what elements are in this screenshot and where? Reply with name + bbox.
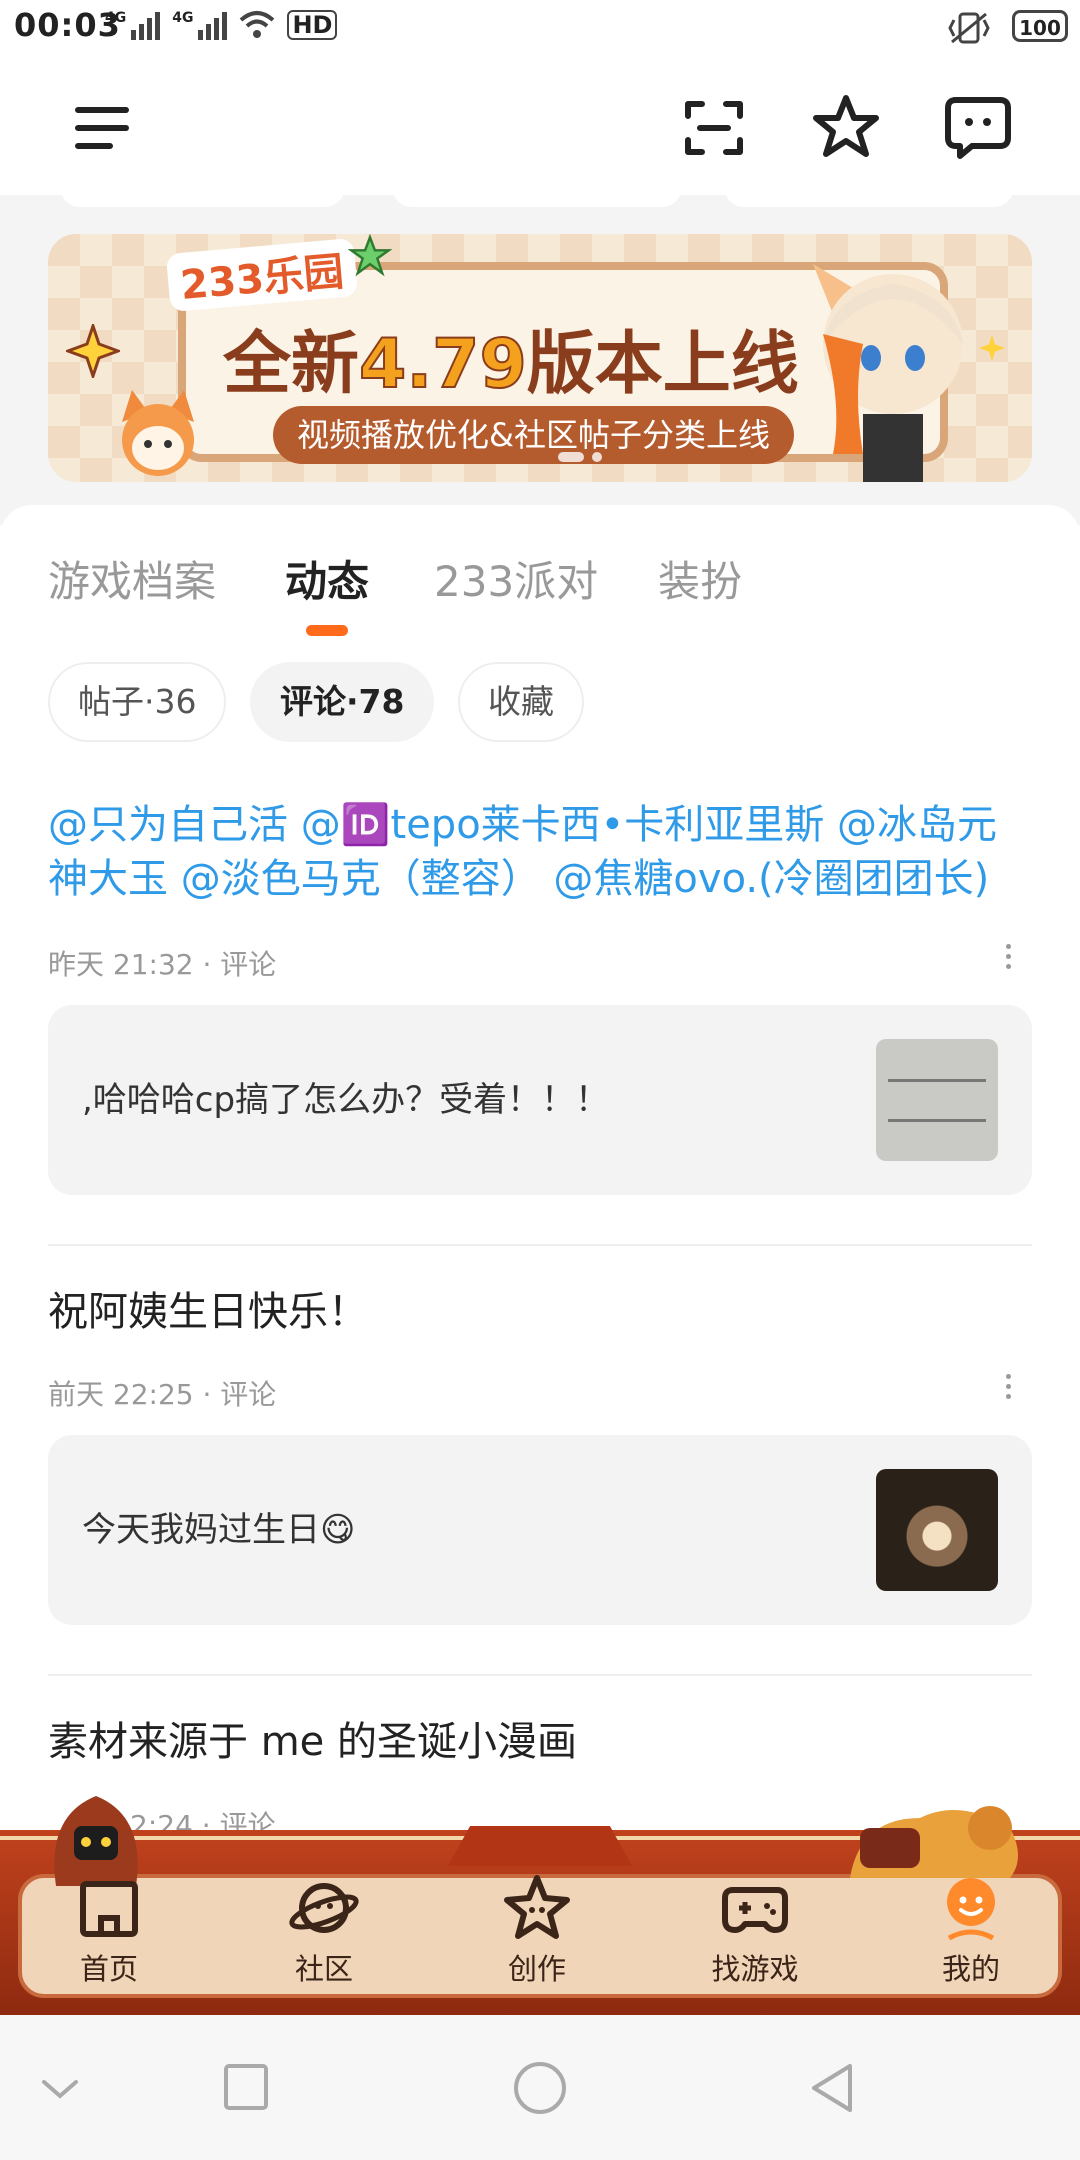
message-icon[interactable] [938, 88, 1018, 168]
comment-text[interactable]: @只为自己活 @🆔tepo莱卡西•卡利亚里斯 @冰岛元 神大玉 @淡色马克（整容… [48, 798, 1033, 906]
comment-meta: 前天 22:25 · 评论 [48, 1378, 277, 1411]
filter-chip-comments[interactable]: 评论·78 [250, 662, 435, 742]
vibrate-icon [948, 12, 990, 44]
system-nav-bar [0, 2015, 1080, 2160]
more-options-icon[interactable] [1006, 1374, 1014, 1408]
green-star-icon [348, 234, 392, 277]
nav-create-label: 创作 [507, 1952, 566, 1986]
profile-avatar-icon [947, 1878, 995, 1941]
promo-banner[interactable]: 233乐园 全新4.79版本上线 视频播放优化&社区帖子分类上线 [48, 234, 1032, 482]
quoted-post-card[interactable]: ,哈哈哈cp搞了怎么办？受着！！！ [48, 1005, 1032, 1195]
quoted-post-card[interactable]: 今天我妈过生日😋 [48, 1435, 1032, 1625]
mascot-girl-illustration [813, 264, 963, 482]
banner-headline-suffix: 版本上线 [526, 325, 799, 404]
menu-icon[interactable] [62, 88, 142, 168]
chevron-down-icon[interactable] [32, 2060, 88, 2116]
nav-find-games-label: 找游戏 [711, 1952, 799, 1986]
comment-meta: 昨天 21:32 · 评论 [48, 948, 277, 981]
banner-pager [558, 452, 602, 462]
community-planet-icon [289, 1883, 359, 1933]
nav-create[interactable]: 创作 [462, 1872, 612, 1988]
quoted-post-text: 今天我妈过生日😋 [82, 1510, 356, 1550]
status-icons: 4G 4G HD [105, 10, 338, 40]
quoted-post-thumbnail [876, 1039, 998, 1161]
signal-icon: 4G [105, 10, 161, 40]
scan-icon[interactable] [674, 88, 754, 168]
home-icon [80, 1881, 138, 1937]
active-tab-indicator [306, 625, 348, 636]
signal-icon-2: 4G [172, 10, 228, 40]
sparkle-star-icon [66, 324, 120, 378]
tab-activity[interactable]: 动态 [285, 548, 369, 609]
tab-dress-up[interactable]: 装扮 [658, 548, 742, 609]
quoted-post-text: ,哈哈哈cp搞了怎么办？受着！！！ [82, 1080, 610, 1120]
mascot-lying-illustration [850, 1806, 1018, 1878]
banner-subtitle: 视频播放优化&社区帖子分类上线 [273, 406, 794, 464]
small-star-icon [979, 335, 1005, 361]
mascot-fox-illustration [122, 390, 194, 476]
tab-233-party[interactable]: 233派对 [434, 548, 598, 609]
status-bar: 00:03 4G 4G HD 100 [0, 0, 1080, 60]
network-type-label-2: 4G [172, 10, 194, 26]
tab-game-profile[interactable]: 游戏档案 [48, 548, 216, 609]
filter-chip-posts[interactable]: 帖子·36 [48, 662, 227, 742]
create-star-icon [504, 1875, 570, 1939]
bottom-nav-center-bump [448, 1826, 632, 1866]
pager-dot-active [558, 452, 584, 462]
nav-me[interactable]: 我的 [896, 1872, 1046, 1988]
collapsed-cards-edge [0, 185, 1080, 215]
network-type-label: 4G [105, 10, 127, 26]
nav-find-games[interactable]: 找游戏 [680, 1872, 830, 1988]
banner-headline: 全新4.79版本上线 [223, 308, 799, 407]
pager-dot [592, 452, 602, 462]
comment-text-line: 神大玉 @淡色马克（整容） @焦糖ovo.(冷圈团团长) [48, 856, 990, 902]
nav-me-label: 我的 [941, 1952, 1000, 1986]
comment-text-line: @只为自己活 @🆔tepo莱卡西•卡利亚里斯 @冰岛元 [48, 802, 997, 848]
back-triangle-icon[interactable] [806, 2060, 862, 2116]
hd-icon: HD [287, 10, 338, 40]
nav-community[interactable]: 社区 [249, 1872, 399, 1988]
nav-home[interactable]: 首页 [34, 1872, 184, 1988]
nav-community-label: 社区 [294, 1952, 353, 1986]
top-toolbar [0, 60, 1080, 195]
comment-text[interactable]: 祝阿姨生日快乐！ [48, 1285, 1033, 1339]
recent-apps-icon[interactable] [218, 2060, 274, 2116]
home-circle-icon[interactable] [512, 2060, 568, 2116]
nav-home-label: 首页 [79, 1952, 138, 1986]
comment-text[interactable]: 素材来源于 me 的圣诞小漫画 [48, 1715, 1033, 1769]
feed-divider [48, 1674, 1032, 1676]
gamepad-icon [722, 1887, 788, 1933]
wifi-icon [240, 11, 275, 38]
filter-chip-favorites[interactable]: 收藏 [458, 662, 584, 742]
star-icon[interactable] [806, 88, 886, 168]
quoted-post-thumbnail [876, 1469, 998, 1591]
battery-indicator: 100 [1012, 10, 1068, 42]
banner-version: 4.79 [358, 324, 528, 405]
banner-headline-prefix: 全新 [223, 325, 360, 404]
more-options-icon[interactable] [1006, 944, 1014, 978]
feed-divider [48, 1244, 1032, 1246]
